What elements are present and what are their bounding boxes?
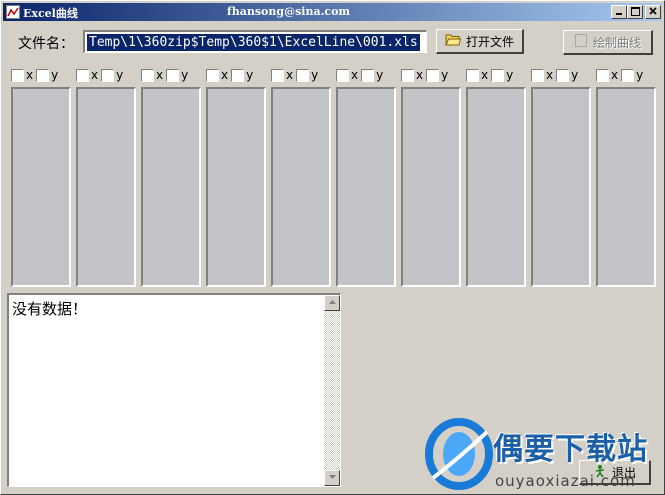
scroll-down-button[interactable]	[324, 470, 340, 486]
x-checkbox[interactable]	[466, 68, 479, 82]
x-checkbox[interactable]	[596, 68, 609, 82]
document-icon	[574, 33, 588, 51]
file-path-input[interactable]: Temp\1\360zip$Temp\360$1\ExcelLine\001.x…	[83, 30, 427, 53]
vertical-scrollbar[interactable]	[324, 295, 340, 486]
y-checkbox[interactable]	[621, 68, 635, 82]
channel-panel	[401, 87, 461, 287]
x-checkbox-label: x	[611, 68, 619, 82]
filename-label: 文件名：	[18, 36, 74, 52]
y-checkbox[interactable]	[166, 68, 180, 82]
y-checkbox[interactable]	[491, 68, 505, 82]
open-file-label: 打开文件	[465, 34, 514, 49]
channel-panel	[76, 87, 136, 287]
app-window: Excel曲线 fhansong@sina.com 文件名： Temp\1\36…	[0, 0, 665, 495]
x-checkbox[interactable]	[206, 68, 219, 82]
x-checkbox-label: x	[546, 68, 554, 82]
x-checkbox-label: x	[156, 68, 164, 82]
watermark-title: 偶要下载站	[493, 432, 648, 467]
channel-checkbox-row: xy	[271, 67, 321, 83]
channel-checkbox-row: xy	[531, 67, 581, 83]
site-watermark: 偶要下载站 ouyaoxiazai.com	[421, 416, 661, 494]
y-checkbox-label: y	[376, 68, 384, 82]
channel-checkbox-row: xy	[206, 67, 256, 83]
channel-checkbox-row: xy	[11, 67, 61, 83]
file-path-value: Temp\1\360zip$Temp\360$1\ExcelLine\001.x…	[87, 34, 420, 51]
x-checkbox[interactable]	[11, 68, 24, 82]
y-checkbox[interactable]	[556, 68, 570, 82]
channel-checkbox-row: xy	[336, 67, 386, 83]
y-checkbox-label: y	[51, 68, 59, 82]
x-checkbox-label: x	[351, 68, 359, 82]
draw-curve-button[interactable]: 绘制曲线	[563, 30, 653, 55]
y-checkbox[interactable]	[101, 68, 115, 82]
x-checkbox[interactable]	[531, 68, 544, 82]
folder-icon	[445, 33, 462, 49]
channel-checkbox-row: xy	[596, 67, 646, 83]
x-checkbox-label: x	[286, 68, 294, 82]
close-button[interactable]	[645, 5, 661, 19]
site-logo-icon	[425, 418, 493, 493]
channel-panel	[271, 87, 331, 287]
message-textarea[interactable]: 没有数据！	[7, 293, 341, 487]
maximize-button[interactable]	[627, 5, 643, 19]
x-checkbox[interactable]	[76, 68, 89, 82]
title-bar[interactable]: Excel曲线 fhansong@sina.com	[3, 3, 662, 21]
open-file-button[interactable]: 打开文件	[436, 29, 524, 54]
channel-panel	[206, 87, 266, 287]
y-checkbox[interactable]	[36, 68, 50, 82]
draw-curve-label: 绘制曲线	[592, 35, 641, 50]
channel-panel	[11, 87, 71, 287]
x-checkbox-label: x	[91, 68, 99, 82]
channel-panel	[596, 87, 656, 287]
author-email: fhansong@sina.com	[227, 5, 351, 18]
x-checkbox-label: x	[416, 68, 424, 82]
y-checkbox-label: y	[311, 68, 319, 82]
watermark-url: ouyaoxiazai.com	[495, 472, 636, 490]
y-checkbox-label: y	[181, 68, 189, 82]
x-checkbox[interactable]	[141, 68, 154, 82]
x-checkbox-label: x	[26, 68, 34, 82]
y-checkbox-label: y	[116, 68, 124, 82]
x-checkbox-label: x	[221, 68, 229, 82]
channel-panel	[141, 87, 201, 287]
channel-panel	[466, 87, 526, 287]
channel-checkbox-row: xy	[466, 67, 516, 83]
y-checkbox-label: y	[246, 68, 254, 82]
x-checkbox[interactable]	[401, 68, 414, 82]
channel-panel	[531, 87, 591, 287]
y-checkbox-label: y	[441, 68, 449, 82]
message-text: 没有数据！	[12, 300, 88, 318]
x-checkbox-label: x	[481, 68, 489, 82]
y-checkbox[interactable]	[426, 68, 440, 82]
channel-checkbox-row: xy	[401, 67, 451, 83]
channel-checkbox-row: xy	[141, 67, 191, 83]
y-checkbox[interactable]	[361, 68, 375, 82]
x-checkbox[interactable]	[271, 68, 284, 82]
minimize-button[interactable]	[611, 5, 627, 19]
y-checkbox[interactable]	[296, 68, 310, 82]
y-checkbox[interactable]	[231, 68, 245, 82]
window-title: Excel曲线	[23, 7, 78, 20]
channel-checkbox-row: xy	[76, 67, 126, 83]
y-checkbox-label: y	[571, 68, 579, 82]
chart-icon	[6, 5, 20, 19]
channel-panel	[336, 87, 396, 287]
y-checkbox-label: y	[506, 68, 514, 82]
y-checkbox-label: y	[636, 68, 644, 82]
scroll-up-button[interactable]	[324, 295, 340, 311]
x-checkbox[interactable]	[336, 68, 349, 82]
